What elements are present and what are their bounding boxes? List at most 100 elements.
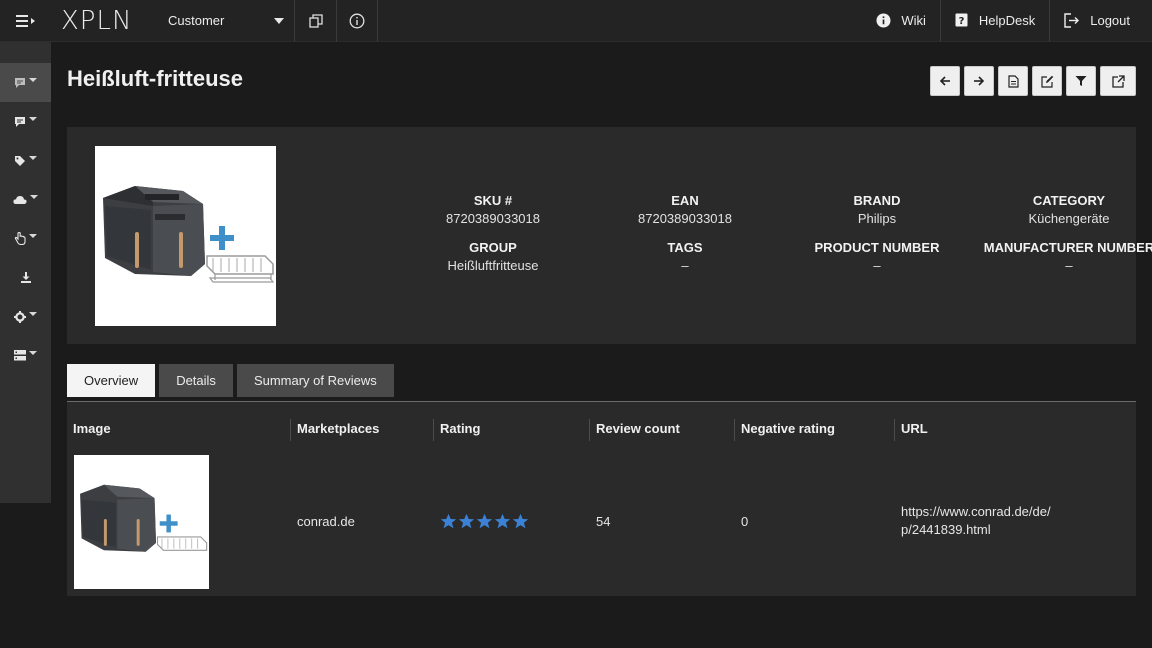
star-icon [512,513,529,529]
marketplace-name: conrad.de [297,514,355,529]
wiki-label: Wiki [901,13,926,28]
product-image [95,146,276,326]
caret-down-icon [29,233,37,238]
sidebar [0,42,51,503]
document-button[interactable] [998,66,1028,96]
download-icon [20,272,31,283]
star-icon [476,513,493,529]
manufacturer-number-field: MANUFACTURER NUMBER – [973,240,1152,273]
hamburger-icon [15,14,35,27]
sidebar-item-messages[interactable] [0,102,51,141]
arrow-left-icon [939,76,950,86]
sidebar-item-pointer[interactable] [0,219,51,258]
negative-rating-value: 0 [741,514,749,529]
review-count-value: 54 [596,514,611,529]
manufacturer-number-value: – [1065,258,1073,273]
sidebar-item-settings[interactable] [0,297,51,336]
server-icon [14,350,26,361]
ean-label: EAN [671,193,699,208]
comment-icon [15,116,25,127]
previous-button[interactable] [930,66,960,96]
sidebar-item-tags[interactable] [0,141,51,180]
product-info-card: SKU # 8720389033018 EAN 8720389033018 BR… [67,127,1152,344]
sku-value: 8720389033018 [446,211,540,226]
tags-field: TAGS – [589,240,781,273]
info-circle-icon [876,13,891,28]
star-icon [440,513,457,529]
product-url-line-2: p/2441839.html [901,522,991,537]
category-value: Küchengeräte [1028,211,1110,226]
edit-icon [1040,75,1053,88]
caret-down-icon [29,350,37,355]
column-header-review-count: Review count [589,419,734,441]
product-attributes: SKU # 8720389033018 EAN 8720389033018 BR… [397,193,1152,273]
sku-label: SKU # [473,193,513,208]
brand-field: BRAND Philips [781,193,973,226]
caret-down-icon [274,17,284,24]
product-number-field: PRODUCT NUMBER – [781,240,973,273]
helpdesk-label: HelpDesk [978,13,1036,28]
group-value: Heißluftfritteuse [447,258,539,273]
helpdesk-link[interactable]: ? HelpDesk [941,0,1051,42]
info-button[interactable] [336,0,378,42]
action-bar [930,66,1136,96]
tags-label: TAGS [667,240,703,255]
document-icon [1007,74,1019,88]
column-header-marketplaces: Marketplaces [290,419,433,441]
sidebar-item-cloud[interactable] [0,180,51,219]
column-header-image: Image [73,421,111,436]
column-header-rating: Rating [433,419,589,441]
marketplace-table: Image Marketplaces Rating Review count N… [67,402,1136,596]
arrow-right-icon [974,76,985,86]
product-url-link[interactable]: https://www.conrad.de/de/ p/2441839.html [901,503,1071,539]
edit-button[interactable] [1032,66,1062,96]
sku-field: SKU # 8720389033018 [397,193,589,226]
sidebar-item-reviews[interactable] [0,63,51,102]
group-field: GROUP Heißluftfritteuse [397,240,589,273]
column-header-url: URL [894,419,1094,441]
tab-details[interactable]: Details [159,364,233,397]
product-number-value: – [873,258,881,273]
open-external-button[interactable] [1100,66,1136,96]
next-button[interactable] [964,66,994,96]
menu-toggle-button[interactable] [0,0,51,42]
caret-down-icon [29,116,37,121]
tab-summary-of-reviews[interactable]: Summary of Reviews [236,364,394,397]
product-number-label: PRODUCT NUMBER [814,240,940,255]
caret-down-icon [29,311,37,316]
wiki-link[interactable]: Wiki [862,0,941,42]
column-header-negative-rating: Negative rating [734,419,894,441]
comment-icon [15,77,25,88]
filter-icon [1075,76,1087,86]
caret-down-icon [29,155,37,160]
hand-pointer-icon [14,232,26,245]
tab-overview[interactable]: Overview [67,364,156,397]
manufacturer-number-label: MANUFACTURER NUMBER [983,240,1152,255]
helpdesk-icon: ? [955,13,968,27]
star-icon [458,513,475,529]
cloud-icon [13,195,27,204]
logout-link[interactable]: Logout [1050,0,1152,42]
copy-button[interactable] [294,0,336,42]
customer-select-value: Customer [168,13,225,28]
info-icon [349,13,365,28]
sidebar-item-server[interactable] [0,336,51,375]
gear-icon [14,310,26,323]
app-logo[interactable]: XPLN [61,6,159,36]
star-icon [494,513,511,529]
brand-value: Philips [857,211,897,226]
logout-icon [1064,13,1080,28]
tags-value: – [681,258,689,273]
group-label: GROUP [469,240,517,255]
tag-icon [15,155,25,166]
product-url-line-1: https://www.conrad.de/de/ [901,504,1051,519]
filter-button[interactable] [1066,66,1096,96]
sidebar-item-download[interactable] [0,258,51,297]
marketplace-product-image [74,455,209,589]
star-rating [440,513,529,530]
caret-down-icon [29,77,37,82]
ean-value: 8720389033018 [638,211,732,226]
tab-bar: Overview Details Summary of Reviews [67,364,394,397]
page-title: Heißluft-fritteuse [67,66,243,91]
customer-select[interactable]: Customer [168,0,294,42]
